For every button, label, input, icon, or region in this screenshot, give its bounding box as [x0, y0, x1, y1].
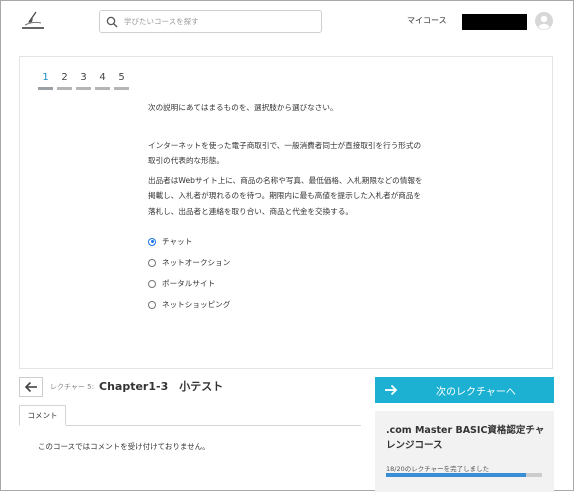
radio-button[interactable]	[148, 300, 156, 309]
question-tab-3[interactable]: 3	[76, 72, 91, 90]
my-course-link[interactable]: マイコース	[407, 15, 447, 26]
course-progress-text: 18/20のレクチャーを完了しました	[386, 465, 490, 473]
user-name-redacted[interactable]	[462, 14, 527, 30]
question-instruction: 次の説明にあてはまるものを、選択肢から選びなさい。	[148, 103, 338, 112]
site-logo[interactable]	[19, 9, 47, 33]
comments-disabled-message: このコースではコメントを受け付けておりません。	[38, 442, 210, 451]
answer-option-net-shopping[interactable]: ネットショッピング	[148, 294, 426, 315]
radio-button[interactable]	[148, 258, 156, 267]
answer-options: チャット ネットオークション ポータルサイト ネットショッピング	[148, 231, 426, 315]
user-avatar-icon	[535, 12, 553, 30]
answer-option-label: ネットオークション	[162, 257, 231, 267]
question-paragraph-1: インターネットを使った電子商取引で、一般消費者同士が直接取引を行う形式の取引の代…	[148, 140, 422, 166]
search-icon	[106, 16, 118, 27]
lecture-title: Chapter1-3 小テスト	[99, 380, 224, 393]
tab-comments[interactable]: コメント	[19, 405, 66, 426]
question-body: 次の説明にあてはまるものを、選択肢から選びなさい。 インターネットを使った電子商…	[148, 100, 426, 315]
arrow-left-icon	[24, 381, 37, 393]
course-info-card: .com Master BASIC資格認定チャレンジコース 18/20のレクチャ…	[375, 411, 554, 492]
answer-option-label: ポータルサイト	[162, 278, 216, 288]
question-tab-1[interactable]: 1	[38, 72, 53, 90]
radio-button-selected[interactable]	[148, 237, 156, 246]
arrow-right-icon	[385, 384, 398, 396]
question-tab-4[interactable]: 4	[95, 72, 110, 90]
quiz-card: 1 2 3 4 5 次の説明にあてはまるものを、選択肢から選びなさい。 インター…	[19, 56, 553, 369]
search-input[interactable]	[124, 12, 314, 31]
radio-button[interactable]	[148, 279, 156, 288]
answer-option-chat[interactable]: チャット	[148, 231, 426, 252]
next-lecture-button[interactable]: 次のレクチャーへ	[375, 377, 554, 403]
answer-option-label: ネットショッピング	[162, 299, 231, 309]
question-tab-5[interactable]: 5	[114, 72, 129, 90]
course-progress-fill	[386, 473, 527, 477]
course-progress-bar	[386, 473, 542, 477]
back-button[interactable]	[19, 377, 43, 397]
answer-option-label: チャット	[162, 236, 193, 246]
comment-tab-bar: コメント	[19, 405, 361, 426]
answer-option-portal-site[interactable]: ポータルサイト	[148, 273, 426, 294]
page-frame: マイコース 1 2 3 4 5 次の説明にあてはまるものを、選択肢から選びなさい…	[0, 0, 574, 492]
next-lecture-label: 次のレクチャーへ	[436, 386, 516, 398]
lecture-number-label: レクチャー 5:	[50, 383, 94, 391]
question-tab-2[interactable]: 2	[57, 72, 72, 90]
question-nav: 1 2 3 4 5	[38, 72, 129, 90]
question-paragraph-2: 出品者はWebサイト上に、商品の名称や写真、最低価格、入札期限などの情報を掲載し…	[148, 175, 423, 216]
answer-option-net-auction[interactable]: ネットオークション	[148, 252, 426, 273]
course-title[interactable]: .com Master BASIC資格認定チャレンジコース	[386, 423, 546, 453]
avatar[interactable]	[535, 12, 553, 30]
search-box[interactable]	[99, 10, 322, 33]
